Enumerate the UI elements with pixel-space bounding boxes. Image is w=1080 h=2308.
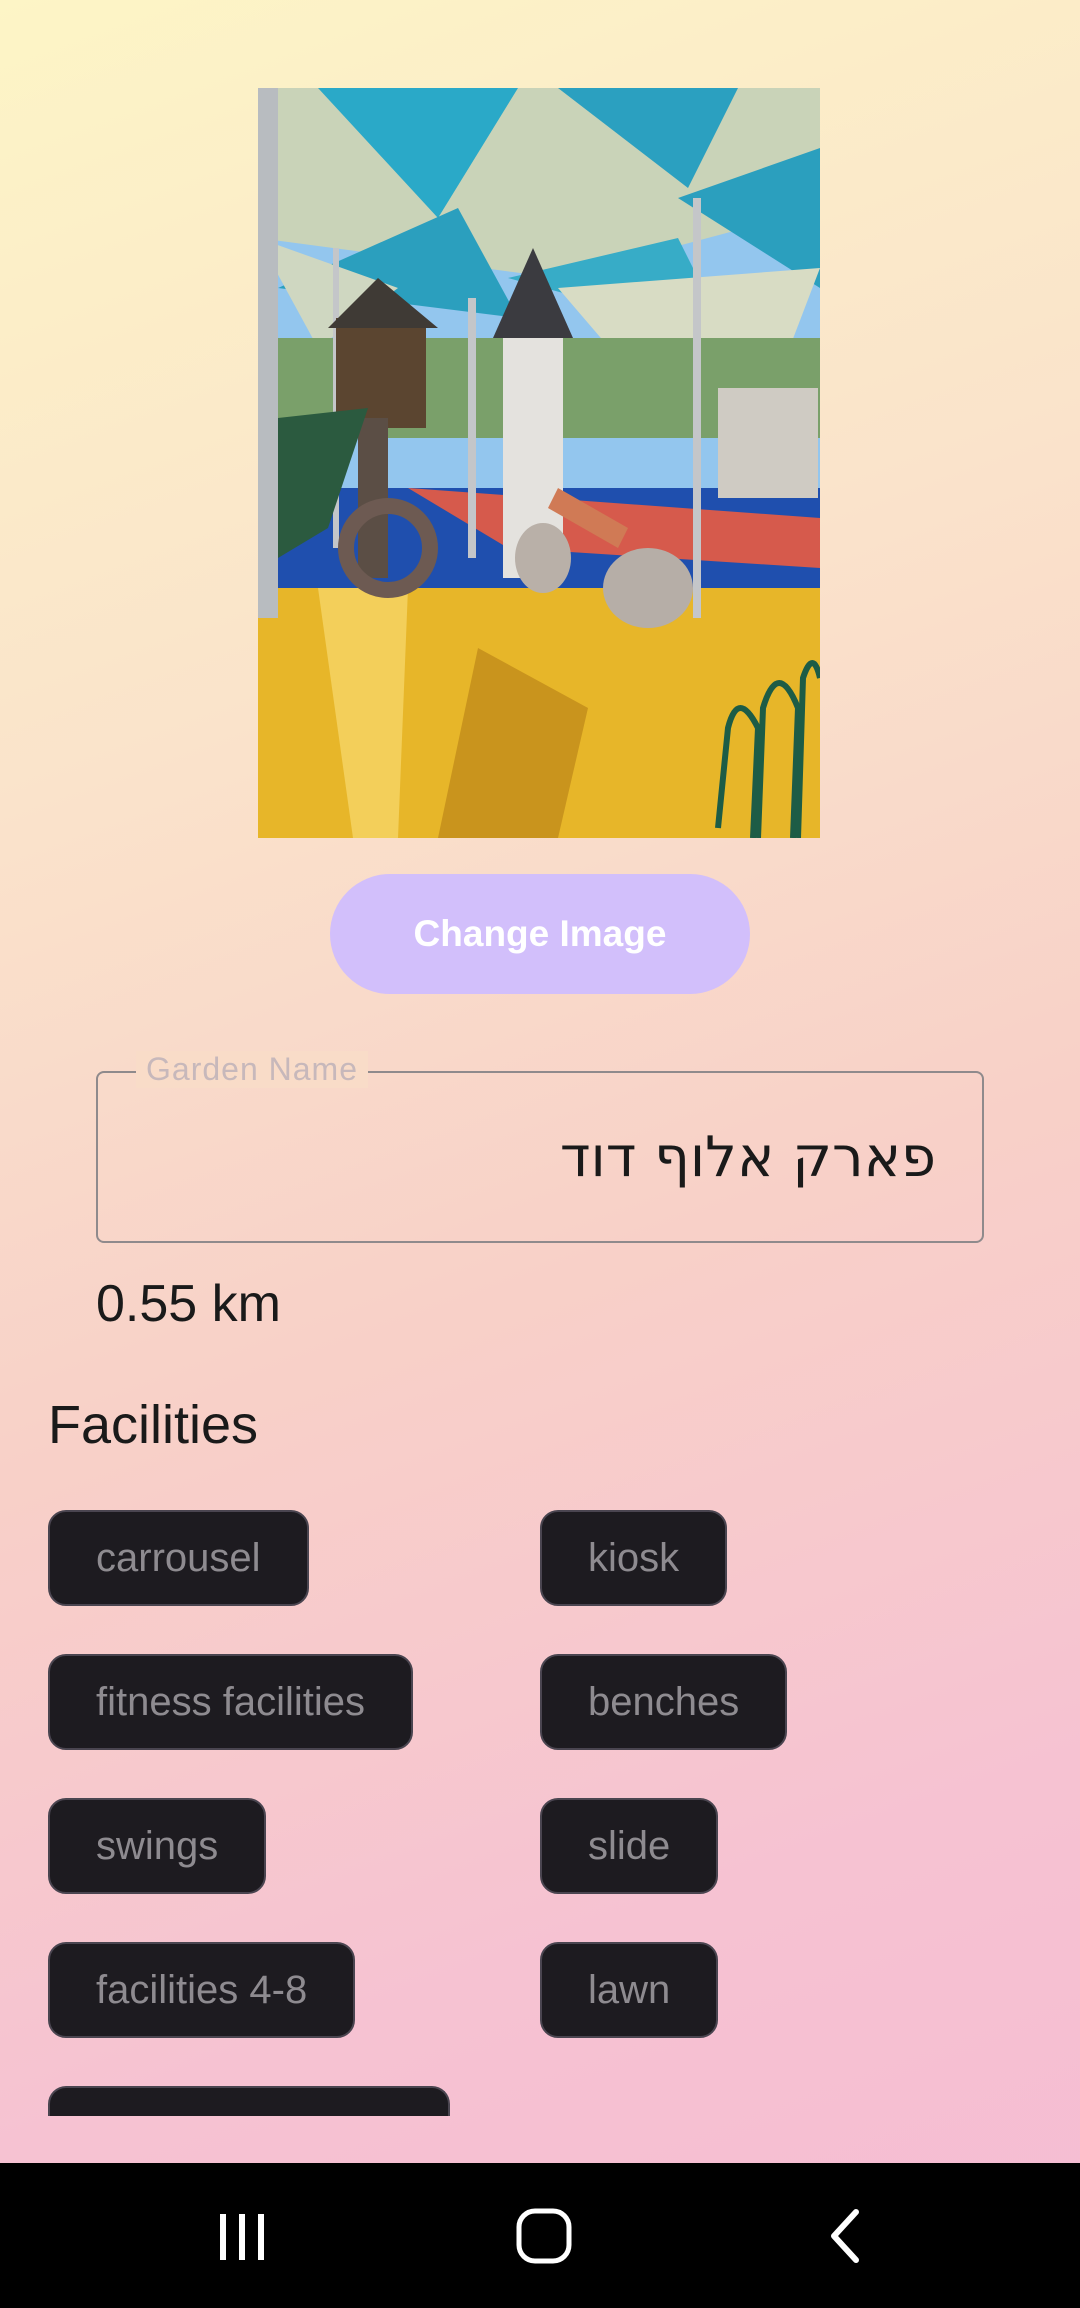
facility-chip-slide[interactable]: slide	[540, 1798, 719, 1894]
home-icon[interactable]	[444, 2163, 644, 2308]
change-image-button[interactable]: Change Image	[330, 874, 750, 994]
facility-chip-fitness-facilities[interactable]: fitness facilities	[48, 1654, 413, 1750]
garden-name-field[interactable]: Garden Name פארק אלוף דוד	[96, 1051, 984, 1243]
garden-name-label: Garden Name	[136, 1051, 368, 1088]
facility-chip-lawn[interactable]: lawn	[540, 1942, 719, 2038]
screen: Change Image Garden Name פארק אלוף דוד 0…	[0, 0, 1080, 2308]
facility-chip-swings[interactable]: swings	[48, 1798, 267, 1894]
facility-chip-carrousel[interactable]: carrousel	[48, 1510, 309, 1606]
facility-chip-partial[interactable]	[48, 2086, 450, 2116]
facility-chip-kiosk[interactable]: kiosk	[540, 1510, 728, 1606]
garden-name-value[interactable]: פארק אלוף דוד	[560, 1125, 936, 1190]
garden-photo	[258, 88, 820, 838]
recent-apps-icon[interactable]	[142, 2163, 342, 2308]
facility-chip-facilities-4-8[interactable]: facilities 4-8	[48, 1942, 356, 2038]
back-icon[interactable]	[746, 2163, 946, 2308]
system-nav-bar	[0, 2163, 1080, 2308]
distance-text: 0.55 km	[96, 1275, 281, 1333]
facility-chip-benches[interactable]: benches	[540, 1654, 788, 1750]
facilities-title: Facilities	[48, 1395, 259, 1455]
